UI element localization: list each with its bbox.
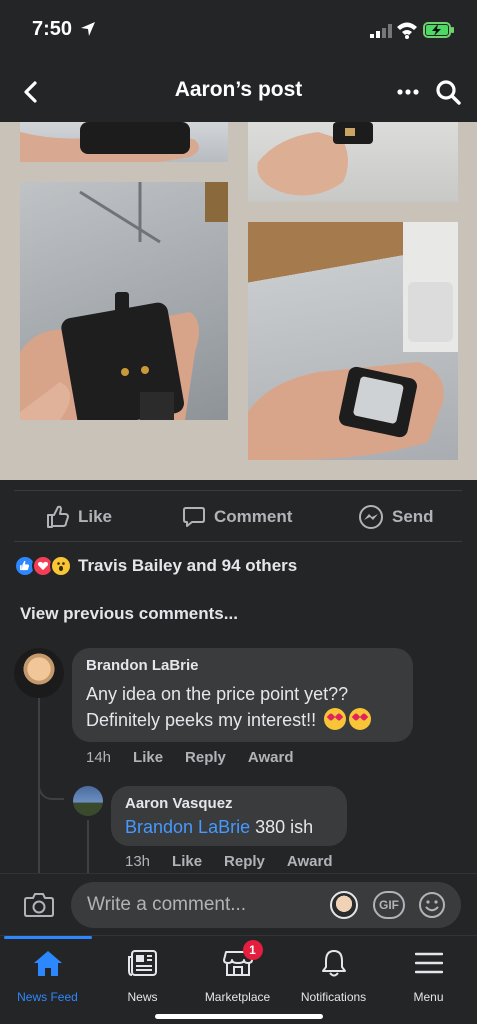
comment-like-button[interactable]: Like (133, 749, 163, 766)
home-icon (33, 951, 62, 976)
emoji-icon[interactable] (418, 891, 446, 919)
post-photo[interactable] (248, 122, 458, 202)
comment-text-line: Brandon LaBrie 380 ish (125, 817, 313, 838)
home-indicator (155, 1014, 323, 1019)
comment-award-button[interactable]: Award (248, 749, 294, 766)
wifi-icon (397, 22, 417, 39)
tab-label: Menu (413, 990, 444, 1004)
search-button[interactable] (432, 76, 464, 108)
more-dots-icon (397, 89, 419, 95)
wow-reaction-icon (50, 555, 72, 577)
send-button[interactable]: Send (358, 503, 434, 531)
post-photo[interactable] (20, 182, 228, 420)
comment-reply-button[interactable]: Reply (185, 749, 226, 766)
reply-thread-line (87, 820, 89, 873)
comment-time: 13h (125, 853, 151, 870)
active-tab-indicator (4, 936, 92, 939)
tab-menu[interactable]: Menu (381, 946, 476, 1010)
send-label: Send (392, 507, 434, 526)
tab-news-feed[interactable]: News Feed (0, 946, 95, 1010)
messenger-icon (359, 505, 383, 529)
heart-eyes-emoji-icon (349, 708, 372, 730)
like-label: Like (78, 507, 113, 526)
gif-button[interactable]: GIF (373, 891, 405, 919)
comment-author[interactable]: Brandon LaBrie (86, 657, 199, 674)
comment-button[interactable]: Comment (182, 503, 292, 531)
heart-eyes-emoji-icon (324, 708, 347, 730)
bell-icon (321, 950, 346, 977)
battery-charging-icon (423, 22, 454, 38)
post-action-bar: Like Comment Send (14, 490, 462, 542)
mention-link[interactable]: Brandon LaBrie (125, 817, 250, 837)
post-photo-collage[interactable] (0, 122, 477, 480)
reply-connector (38, 740, 64, 800)
tab-label: Marketplace (204, 990, 271, 1004)
comment-meta: 13h Like Reply Award (125, 853, 354, 870)
tab-marketplace[interactable]: 1 Marketplace (190, 940, 285, 1010)
camera-button[interactable] (22, 888, 56, 922)
post-photo[interactable] (20, 122, 228, 162)
newspaper-icon (127, 950, 157, 976)
comment-author[interactable]: Aaron Vasquez (125, 795, 233, 812)
avatar[interactable] (73, 786, 103, 816)
comment-reply-button[interactable]: Reply (224, 853, 265, 870)
post-header: Aaron’s post (0, 62, 477, 122)
comment-bubble[interactable]: Brandon LaBrie Any idea on the price poi… (72, 648, 413, 742)
tab-label: News (127, 990, 158, 1004)
notification-badge: 1 (242, 940, 263, 960)
status-bar: 7:50 (0, 0, 477, 62)
location-arrow-icon (81, 22, 95, 36)
tab-notifications[interactable]: Notifications (286, 946, 381, 1010)
like-button[interactable]: Like (46, 503, 112, 531)
comment-meta: 14h Like Reply Award (86, 749, 315, 766)
tab-label: News Feed (17, 990, 78, 1004)
tab-label: Notifications (300, 990, 367, 1004)
reactions-text: Travis Bailey and 94 others (78, 556, 298, 575)
comment-label: Comment (214, 507, 293, 526)
more-options-button[interactable] (394, 80, 422, 104)
view-previous-comments-link[interactable]: View previous comments... (20, 604, 238, 624)
comment-icon (183, 507, 205, 527)
hamburger-menu-icon (414, 952, 443, 974)
comment-text-line-2: Definitely peeks my interest!! (86, 708, 372, 731)
comment-bubble[interactable]: Aaron Vasquez Brandon LaBrie 380 ish (111, 786, 347, 846)
camera-icon (24, 893, 54, 917)
status-time: 7:50 (32, 18, 73, 40)
comment-time: 14h (86, 749, 112, 766)
cellular-signal-icon (370, 24, 392, 38)
reactions-summary[interactable]: Travis Bailey and 94 others (14, 553, 297, 579)
comment-like-button[interactable]: Like (172, 853, 202, 870)
comment-award-button[interactable]: Award (287, 853, 333, 870)
thumbs-up-icon (47, 505, 69, 528)
comment-composer: GIF (0, 873, 477, 935)
comment-text: Definitely peeks my interest!! (86, 710, 317, 730)
comment-text: Any idea on the price point yet?? (86, 684, 349, 704)
reaction-icons (14, 554, 76, 578)
search-icon (436, 80, 461, 105)
comment-text: 380 ish (255, 817, 314, 837)
bottom-tab-bar: News Feed News 1 Marketplace Notificatio… (0, 935, 477, 1024)
avatar[interactable] (14, 648, 64, 698)
post-photo[interactable] (248, 222, 458, 460)
tab-news[interactable]: News (95, 946, 190, 1010)
avatar-sticker-button[interactable] (330, 891, 358, 919)
